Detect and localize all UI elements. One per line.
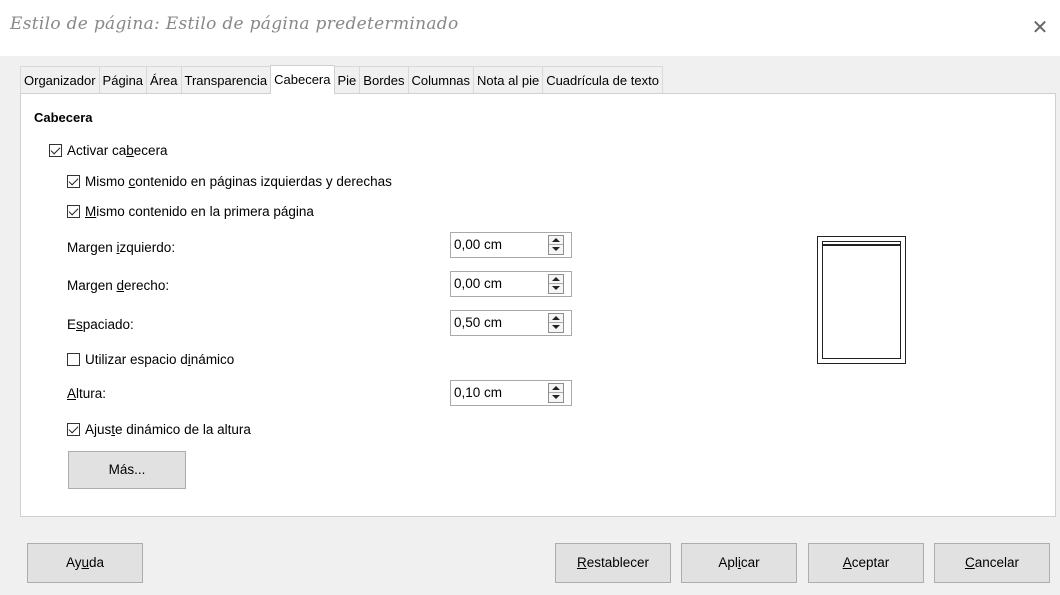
left-margin-value[interactable]: 0,00 cm <box>454 237 502 252</box>
checkbox-box[interactable] <box>67 205 80 218</box>
checkbox-box[interactable] <box>67 175 80 188</box>
spacing-value[interactable]: 0,50 cm <box>454 315 502 330</box>
same-left-right-label: Mismo contenido en páginas izquierdas y … <box>85 174 392 189</box>
right-margin-value[interactable]: 0,00 cm <box>454 276 502 291</box>
spacing-label: Espaciado: <box>67 317 134 332</box>
activate-header-checkbox[interactable]: Activar cabecera <box>49 143 168 158</box>
spin-buttons <box>548 383 564 403</box>
decrement-icon[interactable] <box>549 245 563 254</box>
tab-cabecera[interactable]: Cabecera <box>270 65 335 94</box>
tab-nota-al-pie[interactable]: Nota al pie <box>473 66 544 93</box>
autofit-height-label: Ajuste dinámico de la altura <box>85 422 251 437</box>
close-icon[interactable]: ✕ <box>1028 16 1052 40</box>
preview-header-area <box>823 242 900 246</box>
height-label: Altura: <box>67 386 107 401</box>
tab-bordes[interactable]: Bordes <box>359 66 409 93</box>
checkbox-box[interactable] <box>67 423 80 436</box>
cancel-button[interactable]: Cancelar <box>934 543 1050 583</box>
dynamic-spacing-checkbox[interactable]: Utilizar espacio dinámico <box>67 352 234 367</box>
tab-cuadricula-de-texto[interactable]: Cuadrícula de texto <box>542 66 663 93</box>
same-first-page-label: Mismo contenido en la primera página <box>85 204 314 219</box>
tab-columnas[interactable]: Columnas <box>407 66 475 93</box>
tab-organizador[interactable]: Organizador <box>20 66 100 93</box>
window-title: Estilo de página: Estilo de página prede… <box>10 14 459 34</box>
title-bar: Estilo de página: Estilo de página prede… <box>0 0 1060 56</box>
checkbox-box[interactable] <box>49 144 62 157</box>
height-value[interactable]: 0,10 cm <box>454 385 502 400</box>
decrement-icon[interactable] <box>549 323 563 332</box>
increment-icon[interactable] <box>549 236 563 245</box>
same-first-page-checkbox[interactable]: Mismo contenido en la primera página <box>67 204 314 219</box>
tab-area[interactable]: Área <box>146 66 182 93</box>
tab-bar: Organizador Página Área Transparencia Ca… <box>20 65 663 94</box>
tab-transparencia[interactable]: Transparencia <box>180 66 272 93</box>
same-left-right-checkbox[interactable]: Mismo contenido en páginas izquierdas y … <box>67 174 392 189</box>
activate-header-label: Activar cabecera <box>67 143 168 158</box>
preview-page-area <box>822 241 901 359</box>
spin-buttons <box>548 274 564 294</box>
autofit-height-checkbox[interactable]: Ajuste dinámico de la altura <box>67 422 251 437</box>
page-style-dialog: Estilo de página: Estilo de página prede… <box>0 0 1060 595</box>
spin-buttons <box>548 313 564 333</box>
spin-buttons <box>548 235 564 255</box>
ok-button[interactable]: Aceptar <box>808 543 924 583</box>
section-title: Cabecera <box>34 110 93 125</box>
dynamic-spacing-label: Utilizar espacio dinámico <box>85 352 235 367</box>
tab-pie[interactable]: Pie <box>333 66 361 93</box>
spacing-spinbox[interactable]: 0,50 cm <box>450 310 572 336</box>
more-button[interactable]: Más... <box>68 451 186 489</box>
tab-pagina[interactable]: Página <box>98 66 148 93</box>
increment-icon[interactable] <box>549 314 563 323</box>
left-margin-label: Margen izquierdo: <box>67 240 176 255</box>
right-margin-label: Margen derecho: <box>67 278 170 293</box>
left-margin-spinbox[interactable]: 0,00 cm <box>450 232 572 258</box>
right-margin-spinbox[interactable]: 0,00 cm <box>450 271 572 297</box>
help-button[interactable]: Ayuda <box>27 543 143 583</box>
header-settings-panel: Cabecera Activar cabecera Mismo contenid… <box>20 93 1056 517</box>
increment-icon[interactable] <box>549 384 563 393</box>
page-preview <box>817 236 906 364</box>
reset-button[interactable]: Restablecer <box>555 543 671 583</box>
apply-button[interactable]: Aplicar <box>681 543 797 583</box>
checkbox-box[interactable] <box>67 353 80 366</box>
decrement-icon[interactable] <box>549 284 563 293</box>
height-spinbox[interactable]: 0,10 cm <box>450 380 572 406</box>
decrement-icon[interactable] <box>549 393 563 402</box>
increment-icon[interactable] <box>549 275 563 284</box>
